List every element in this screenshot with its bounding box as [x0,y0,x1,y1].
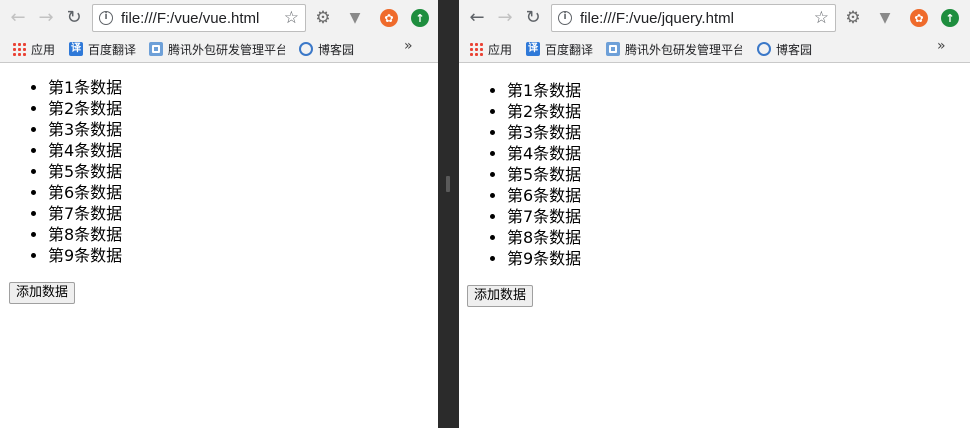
list-item: 第6条数据 [507,185,581,206]
info-icon[interactable]: i [558,11,572,25]
cnblogs-icon [299,42,313,56]
list-item: 第7条数据 [48,203,122,224]
list-item: 第3条数据 [48,119,122,140]
forward-arrow-icon[interactable]: → [493,6,517,30]
list-item: 第9条数据 [507,248,581,269]
translate-icon: 译 [526,42,540,56]
data-list: 第1条数据 第2条数据 第3条数据 第4条数据 第5条数据 第6条数据 第7条数… [48,77,122,266]
bookmark-label: 腾讯外包研发管理平台 [168,42,285,57]
orange-circle-icon[interactable]: ✿ [380,9,398,27]
bookmark-label: 博客园 [318,42,355,57]
address-url[interactable]: file:///F:/vue/vue.html [121,10,259,27]
bookmark-label: 博客园 [776,42,813,57]
list-item: 第2条数据 [507,101,581,122]
star-icon[interactable]: ☆ [814,8,829,28]
list-item: 第1条数据 [507,80,581,101]
divider-grip [446,176,450,192]
bookmark-baidu-translate[interactable]: 译 百度翻译 [526,39,593,59]
list-item: 第2条数据 [48,98,122,119]
page-content: 第1条数据 第2条数据 第3条数据 第4条数据 第5条数据 第6条数据 第7条数… [0,63,438,428]
browser-window-vue: ← → ↻ i file:///F:/vue/vue.html ☆ ⚙ ▼ ✿ … [0,0,438,428]
bookmark-cnblogs[interactable]: 博客园 [299,39,354,59]
vee-icon[interactable]: ▼ [346,9,364,27]
list-item: 第6条数据 [48,182,122,203]
bookmark-tencent[interactable]: 腾讯外包研发管理平台 [606,39,742,59]
browser-toolbar: ← → ↻ i file:///F:/vue/jquery.html ☆ ⚙ ▼… [459,0,970,36]
list-item: 第3条数据 [507,122,581,143]
bookmark-baidu-translate[interactable]: 译 百度翻译 [69,39,136,59]
translate-icon: 译 [69,42,83,56]
bookmarks-overflow-button[interactable]: » [404,38,413,54]
gear-icon[interactable]: ⚙ [314,9,332,27]
list-item: 第7条数据 [507,206,581,227]
bookmark-label: 应用 [31,42,56,57]
list-item: 第8条数据 [48,224,122,245]
bookmark-apps[interactable]: 应用 [469,39,512,59]
green-up-arrow-icon[interactable]: ↑ [411,9,429,27]
bookmark-label: 百度翻译 [88,42,137,57]
add-data-button[interactable]: 添加数据 [467,285,534,307]
reload-icon[interactable]: ↻ [521,6,545,30]
green-up-arrow-icon[interactable]: ↑ [941,9,959,27]
bookmark-cnblogs[interactable]: 博客园 [757,39,812,59]
tencent-icon [149,42,163,56]
reload-icon[interactable]: ↻ [62,6,86,30]
bookmarks-overflow-button[interactable]: » [937,38,946,54]
bookmark-label: 百度翻译 [545,42,594,57]
bookmarks-bar: 应用 译 百度翻译 腾讯外包研发管理平台 博客园 » [459,36,970,63]
browser-toolbar: ← → ↻ i file:///F:/vue/vue.html ☆ ⚙ ▼ ✿ … [0,0,438,36]
address-bar[interactable]: i file:///F:/vue/jquery.html ☆ [551,4,836,32]
browser-window-jquery: ← → ↻ i file:///F:/vue/jquery.html ☆ ⚙ ▼… [459,0,970,428]
list-item: 第8条数据 [507,227,581,248]
address-url[interactable]: file:///F:/vue/jquery.html [580,10,734,27]
cnblogs-icon [757,42,771,56]
info-icon[interactable]: i [99,11,113,25]
bookmark-label: 应用 [488,42,513,57]
list-item: 第4条数据 [507,143,581,164]
window-divider [438,0,459,428]
orange-circle-icon[interactable]: ✿ [910,9,928,27]
page-content: 第1条数据 第2条数据 第3条数据 第4条数据 第5条数据 第6条数据 第7条数… [459,63,970,428]
forward-arrow-icon[interactable]: → [34,6,58,30]
apps-grid-icon [12,42,26,56]
bookmark-apps[interactable]: 应用 [12,39,55,59]
data-list: 第1条数据 第2条数据 第3条数据 第4条数据 第5条数据 第6条数据 第7条数… [507,80,581,269]
tencent-icon [606,42,620,56]
list-item: 第1条数据 [48,77,122,98]
back-arrow-icon[interactable]: ← [6,6,30,30]
back-arrow-icon[interactable]: ← [465,6,489,30]
bookmarks-bar: 应用 译 百度翻译 腾讯外包研发管理平台 博客园 » [0,36,438,63]
bookmark-tencent[interactable]: 腾讯外包研发管理平台 [149,39,285,59]
gear-icon[interactable]: ⚙ [844,9,862,27]
star-icon[interactable]: ☆ [284,8,299,28]
vee-icon[interactable]: ▼ [876,9,894,27]
bookmark-label: 腾讯外包研发管理平台 [625,42,742,57]
address-bar[interactable]: i file:///F:/vue/vue.html ☆ [92,4,306,32]
add-data-button[interactable]: 添加数据 [9,282,76,304]
apps-grid-icon [469,42,483,56]
list-item: 第4条数据 [48,140,122,161]
list-item: 第9条数据 [48,245,122,266]
list-item: 第5条数据 [507,164,581,185]
list-item: 第5条数据 [48,161,122,182]
